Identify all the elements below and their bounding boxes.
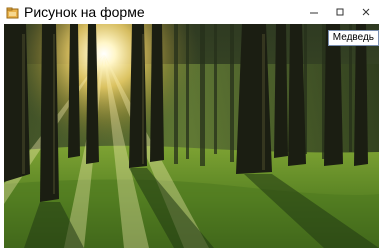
app-window: Рисунок на форме Медведь: [0, 0, 379, 248]
picture-box: [4, 24, 379, 248]
minimize-button[interactable]: [301, 0, 327, 24]
window-controls: [301, 0, 379, 24]
close-icon: [362, 8, 370, 16]
minimize-icon: [310, 12, 318, 14]
form-icon[interactable]: [5, 5, 19, 19]
close-button[interactable]: [353, 0, 379, 24]
forest-sunrise-photo: [4, 24, 379, 248]
bear-label: Медведь: [327, 30, 379, 46]
maximize-button[interactable]: [327, 0, 353, 24]
title-bar[interactable]: Рисунок на форме: [0, 0, 379, 24]
maximize-icon: [336, 8, 344, 16]
window-title: Рисунок на форме: [24, 4, 145, 20]
